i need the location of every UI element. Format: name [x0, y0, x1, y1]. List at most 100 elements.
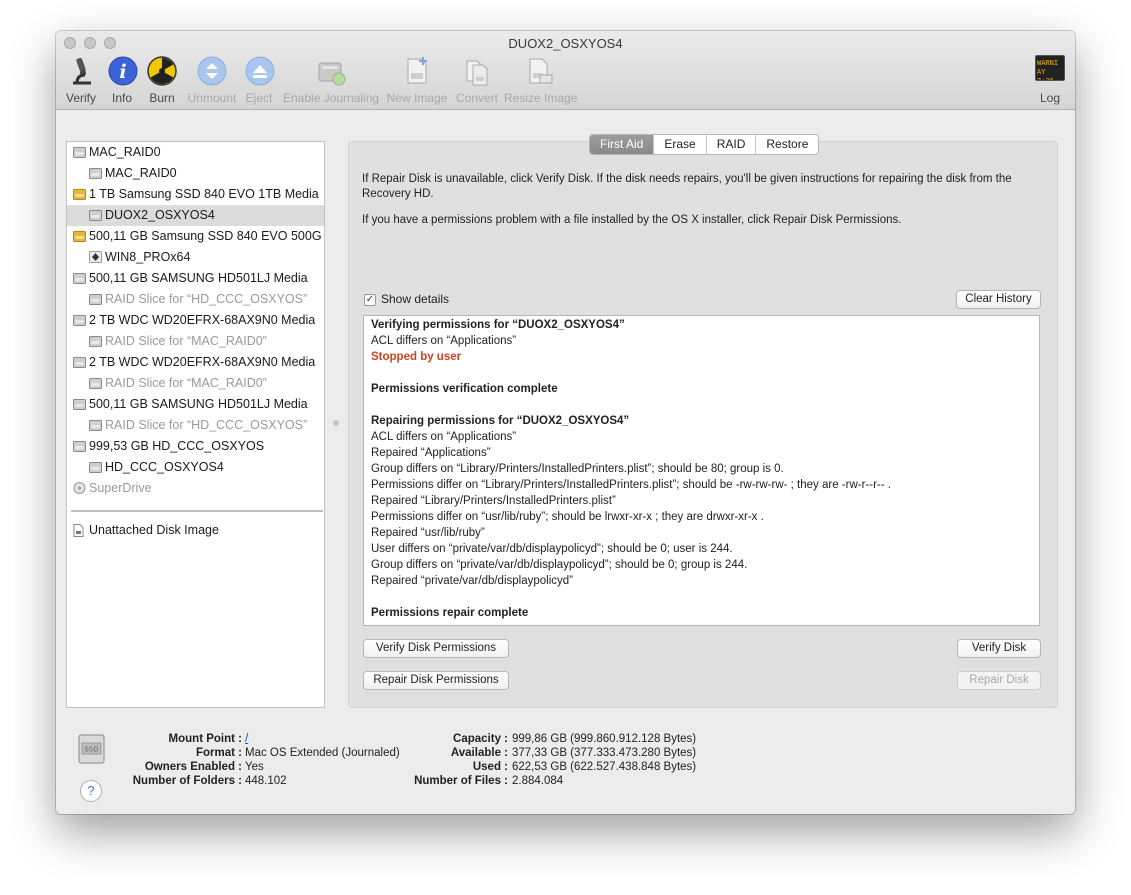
- log-line: Repaired “private/var/db/displaypolicyd”: [371, 575, 573, 587]
- sidebar-item[interactable]: 500,11 GB SAMSUNG HD501LJ Media: [67, 394, 324, 415]
- new-image-button[interactable]: New Image: [386, 55, 448, 105]
- log-line: Repaired “usr/lib/ruby”: [371, 527, 485, 539]
- split-view-handle[interactable]: [333, 420, 339, 426]
- sidebar-item[interactable]: MAC_RAID0: [67, 142, 324, 163]
- mount-point-label: Mount Point :: [168, 733, 242, 745]
- tab-erase[interactable]: Erase: [654, 135, 707, 154]
- repair-disk-button[interactable]: Repair Disk: [957, 671, 1041, 690]
- details-log[interactable]: Verifying permissions for “DUOX2_OSXYOS4…: [363, 315, 1040, 626]
- log-line: Repaired “Library/Printers/InstalledPrin…: [371, 495, 616, 507]
- log-line: Repairing permissions for “DUOX2_OSXYOS4…: [371, 415, 630, 427]
- log-line: Group differs on “Library/Printers/Insta…: [371, 463, 784, 475]
- sidebar-item[interactable]: HD_CCC_OSXYOS4: [67, 457, 324, 478]
- sidebar-item-label: MAC_RAID0: [105, 166, 177, 180]
- unattached-disk-image[interactable]: Unattached Disk Image: [67, 520, 324, 541]
- sidebar-item[interactable]: RAID Slice for “HD_CCC_OSXYOS”: [67, 289, 324, 310]
- convert-button[interactable]: Convert: [453, 55, 501, 105]
- radiation-icon: [147, 56, 177, 86]
- svg-text:i: i: [119, 61, 126, 83]
- first-aid-panel: If Repair Disk is unavailable, click Ver…: [348, 141, 1058, 708]
- sidebar-item-label: HD_CCC_OSXYOS4: [105, 460, 224, 474]
- sidebar-item[interactable]: RAID Slice for “MAC_RAID0”: [67, 373, 324, 394]
- log-line: Group differs on “private/var/db/display…: [371, 559, 748, 571]
- log-line: User differs on “private/var/db/displayp…: [371, 543, 733, 555]
- resize-image-button[interactable]: Resize Image: [504, 55, 577, 105]
- volume-icon: [89, 168, 102, 179]
- format-value: Mac OS Extended (Journaled): [245, 747, 400, 759]
- raid-slice-icon: [89, 336, 102, 347]
- sidebar-item[interactable]: WIN8_PROx64: [67, 247, 324, 268]
- sidebar-item-label: RAID Slice for “HD_CCC_OSXYOS”: [105, 292, 308, 306]
- sidebar-item-label: 1 TB Samsung SSD 840 EVO 1TB Media: [89, 187, 319, 201]
- verify-disk-button[interactable]: Verify Disk: [957, 639, 1041, 658]
- sidebar-item[interactable]: DUOX2_OSXYOS4: [67, 205, 324, 226]
- sidebar-item[interactable]: 2 TB WDC WD20EFRX-68AX9N0 Media: [67, 310, 324, 331]
- number-of-files-value: 2.884.084: [512, 775, 564, 787]
- sidebar-item-label: RAID Slice for “HD_CCC_OSXYOS”: [105, 418, 308, 432]
- eject-button[interactable]: Eject: [244, 55, 275, 105]
- hard-drive-icon: [73, 399, 86, 410]
- sidebar-item[interactable]: MAC_RAID0: [67, 163, 324, 184]
- sidebar-item[interactable]: SuperDrive: [67, 478, 324, 499]
- sidebar-item[interactable]: RAID Slice for “HD_CCC_OSXYOS”: [67, 415, 324, 436]
- capacity-value: 999,86 GB (999.860.912.128 Bytes): [512, 733, 697, 745]
- number-of-files-label: Number of Files :: [414, 775, 508, 787]
- available-value: 377,33 GB (377.333.473.280 Bytes): [512, 747, 697, 759]
- toolbar: DUOX2_OSXYOS4 Verify i Info Burn Unmount…: [56, 31, 1075, 110]
- format-label: Format :: [196, 747, 242, 759]
- disk-list: MAC_RAID0 MAC_RAID0 1 TB Samsung SSD 840 E…: [66, 141, 325, 708]
- sidebar-item[interactable]: RAID Slice for “MAC_RAID0”: [67, 331, 324, 352]
- window-title: DUOX2_OSXYOS4: [508, 36, 623, 51]
- hard-drive-icon: [73, 273, 86, 284]
- sidebar-item[interactable]: 1 TB Samsung SSD 840 EVO 1TB Media: [67, 184, 324, 205]
- hard-drive-icon: [73, 147, 86, 158]
- optical-drive-icon: [73, 482, 86, 494]
- verify-button[interactable]: Verify: [64, 55, 98, 105]
- help-text-repair: If Repair Disk is unavailable, click Ver…: [362, 173, 1012, 200]
- sidebar-item-label: 500,11 GB SAMSUNG HD501LJ Media: [89, 397, 308, 411]
- new-image-icon: [407, 57, 427, 84]
- number-of-folders-label: Number of Folders :: [132, 775, 242, 787]
- unmount-button[interactable]: Unmount: [184, 55, 240, 105]
- sidebar-item[interactable]: 500,11 GB Samsung SSD 840 EVO 500G: [67, 226, 324, 247]
- log-button[interactable]: WARNI AY 7:36 Log: [1033, 55, 1067, 105]
- disk-image-icon: [73, 524, 84, 537]
- mount-point-link[interactable]: /: [245, 733, 248, 745]
- log-line: Permissions differ on “Library/Printers/…: [371, 479, 891, 491]
- tab-first-aid[interactable]: First Aid: [590, 135, 655, 154]
- unmount-icon: [197, 56, 227, 86]
- sidebar-item[interactable]: 999,53 GB HD_CCC_OSXYOS: [67, 436, 324, 457]
- hard-drive-icon: [73, 315, 86, 326]
- sidebar-item-label: RAID Slice for “MAC_RAID0”: [105, 376, 267, 390]
- volume-icon: [89, 210, 102, 221]
- ssd-icon-label: SSD: [84, 746, 98, 754]
- help-button[interactable]: ?: [80, 780, 102, 802]
- sidebar-item-label: WIN8_PROx64: [105, 250, 191, 264]
- eject-icon: [245, 56, 275, 86]
- raid-slice-icon: [89, 420, 102, 431]
- repair-disk-permissions-button[interactable]: Repair Disk Permissions: [363, 671, 509, 690]
- show-details-checkbox[interactable]: ✓: [364, 294, 376, 306]
- help-text-permissions: If you have a permissions problem with a…: [362, 214, 902, 226]
- sidebar-item[interactable]: 2 TB WDC WD20EFRX-68AX9N0 Media: [67, 352, 324, 373]
- burn-button[interactable]: Burn: [146, 55, 178, 105]
- tab-raid[interactable]: RAID: [707, 135, 757, 154]
- journaling-icon: [318, 62, 346, 86]
- enable-journaling-button[interactable]: Enable Journaling: [283, 55, 379, 105]
- tab-restore[interactable]: Restore: [756, 135, 818, 154]
- log-line: ACL differs on “Applications”: [371, 335, 517, 347]
- sidebar-item[interactable]: 500,11 GB SAMSUNG HD501LJ Media: [67, 268, 324, 289]
- sidebar-item-label: 500,11 GB SAMSUNG HD501LJ Media: [89, 271, 308, 285]
- log-line: ACL differs on “Applications”: [371, 431, 517, 443]
- used-value: 622,53 GB (622.527.438.848 Bytes): [512, 761, 697, 773]
- windows-volume-icon: [89, 251, 102, 263]
- clear-history-button[interactable]: Clear History: [956, 290, 1041, 309]
- owners-enabled-value: Yes: [245, 761, 264, 773]
- info-button[interactable]: i Info: [107, 55, 138, 105]
- hard-drive-icon: [73, 357, 86, 368]
- sidebar-item-label: SuperDrive: [89, 481, 152, 495]
- raid-slice-icon: [89, 294, 102, 305]
- external-drive-icon: [73, 231, 86, 242]
- verify-disk-permissions-button[interactable]: Verify Disk Permissions: [363, 639, 509, 658]
- convert-icon: [466, 60, 488, 86]
